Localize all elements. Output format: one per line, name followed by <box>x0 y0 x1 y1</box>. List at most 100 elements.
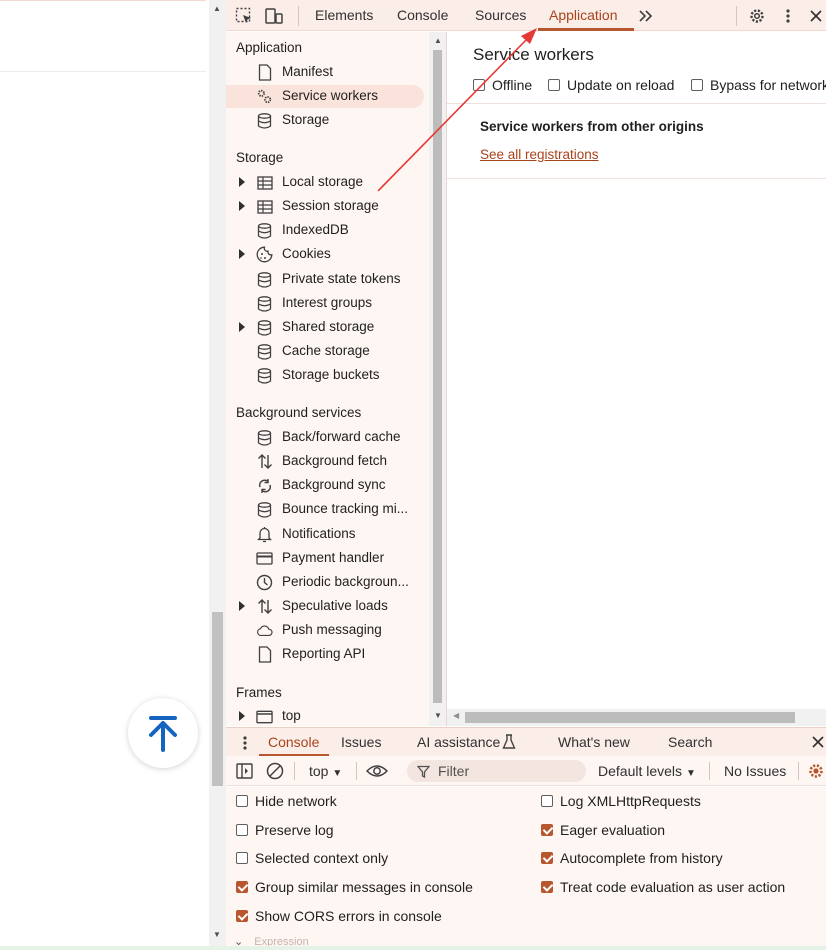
sidebar-item-speculative-loads[interactable]: Speculative loads <box>226 595 424 618</box>
sidebar-item-bounce-tracking-mi[interactable]: Bounce tracking mi... <box>226 498 424 521</box>
sidebar-item-reporting-api[interactable]: Reporting API <box>226 643 424 666</box>
offline-checkbox[interactable]: Offline <box>473 77 532 93</box>
tab-application[interactable]: Application <box>549 7 618 23</box>
see-all-registrations-link[interactable]: See all registrations <box>480 147 599 162</box>
checkbox-box[interactable] <box>236 910 248 922</box>
sidebar-item-notifications[interactable]: Notifications <box>226 523 424 546</box>
drawer-tab-console[interactable]: Console <box>268 734 319 750</box>
sidebar-item-manifest[interactable]: Manifest <box>226 61 424 84</box>
offline-label: Offline <box>492 77 533 93</box>
sidebar-item-interest-groups[interactable]: Interest groups <box>226 292 424 315</box>
checkbox-box[interactable] <box>691 79 703 91</box>
checkbox-box[interactable] <box>236 824 248 836</box>
sidebar-item-back-forward-cache[interactable]: Back/forward cache <box>226 426 424 449</box>
expand-caret-icon[interactable] <box>239 201 245 211</box>
update-on-reload-checkbox[interactable]: Update on reload <box>548 77 674 93</box>
checkbox-box[interactable] <box>548 79 560 91</box>
horizontal-scrollbar-thumb[interactable] <box>465 712 795 723</box>
checkbox-box[interactable] <box>236 881 248 893</box>
console-filter-input[interactable]: Filter <box>407 760 586 782</box>
sidebar-item-shared-storage[interactable]: Shared storage <box>226 316 424 339</box>
setting-show-cors-errors-in-console[interactable]: Show CORS errors in console <box>236 908 442 924</box>
inspect-element-icon[interactable] <box>234 6 254 26</box>
database-icon <box>256 343 273 360</box>
scroll-down-arrow-icon[interactable]: ▼ <box>434 711 442 720</box>
checkbox-box[interactable] <box>541 852 553 864</box>
close-drawer-icon[interactable] <box>811 735 825 752</box>
tab-console[interactable]: Console <box>397 7 448 23</box>
clear-console-icon[interactable] <box>266 762 284 783</box>
sidebar-item-background-fetch[interactable]: Background fetch <box>226 450 424 473</box>
setting-group-similar-messages-in-console[interactable]: Group similar messages in console <box>236 879 473 895</box>
drawer-menu-icon[interactable] <box>242 735 248 754</box>
bypass-for-network-checkbox[interactable]: Bypass for network <box>691 77 826 93</box>
setting-selected-context-only[interactable]: Selected context only <box>236 850 388 866</box>
sidebar-item-label: IndexedDB <box>282 222 349 237</box>
sidebar-item-indexeddb[interactable]: IndexedDB <box>226 219 424 242</box>
expand-caret-icon[interactable] <box>239 322 245 332</box>
scroll-up-arrow-icon[interactable]: ▲ <box>434 36 442 45</box>
database-icon <box>256 319 273 336</box>
checkbox-box[interactable] <box>541 881 553 893</box>
scroll-down-arrow-icon[interactable]: ▼ <box>213 930 221 939</box>
checkbox-box[interactable] <box>236 795 248 807</box>
drawer-tab-ai-assistance[interactable]: AI assistance <box>417 734 500 750</box>
issues-counter[interactable]: No Issues <box>724 763 786 779</box>
database-icon <box>256 367 273 384</box>
sidebar-item-service-workers[interactable]: Service workers <box>226 85 424 108</box>
sidebar-item-storage[interactable]: Storage <box>226 109 424 132</box>
drawer-tab-whats-new[interactable]: What's new <box>558 734 630 750</box>
device-toolbar-icon[interactable] <box>264 6 284 26</box>
gear-icon[interactable] <box>747 6 767 26</box>
setting-hide-network[interactable]: Hide network <box>236 793 337 809</box>
setting-treat-code-evaluation-as-user-action[interactable]: Treat code evaluation as user action <box>541 879 785 895</box>
checkbox-box[interactable] <box>541 795 553 807</box>
sidebar-item-periodic-backgroun[interactable]: Periodic backgroun... <box>226 571 424 594</box>
sidebar-item-private-state-tokens[interactable]: Private state tokens <box>226 268 424 291</box>
page-scrollbar-thumb[interactable] <box>212 612 223 786</box>
console-settings-gear-icon[interactable] <box>807 762 825 783</box>
scroll-up-arrow-icon[interactable]: ▲ <box>213 4 221 13</box>
sidebar-item-payment-handler[interactable]: Payment handler <box>226 547 424 570</box>
sidebar-item-push-messaging[interactable]: Push messaging <box>226 619 424 642</box>
main-horizontal-scrollbar[interactable]: ◀ <box>447 709 826 726</box>
sidebar-item-session-storage[interactable]: Session storage <box>226 195 424 218</box>
gears-icon <box>256 88 273 105</box>
show-sidebar-icon[interactable] <box>236 763 253 782</box>
drawer-tab-issues[interactable]: Issues <box>341 734 381 750</box>
checkbox-box[interactable] <box>541 824 553 836</box>
context-selector[interactable]: top ▼ <box>309 763 342 779</box>
checkbox-box[interactable] <box>473 79 485 91</box>
sidebar-item-top[interactable]: top <box>226 705 424 726</box>
more-vertical-icon[interactable] <box>778 6 798 26</box>
chevron-double-right-icon[interactable] <box>636 6 656 26</box>
setting-autocomplete-from-history[interactable]: Autocomplete from history <box>541 850 723 866</box>
scroll-to-top-button[interactable] <box>128 698 198 768</box>
expand-caret-icon[interactable] <box>239 177 245 187</box>
checkbox-box[interactable] <box>236 852 248 864</box>
sidebar-item-storage-buckets[interactable]: Storage buckets <box>226 364 424 387</box>
scroll-left-arrow-icon[interactable]: ◀ <box>453 711 459 720</box>
drawer-tab-search[interactable]: Search <box>668 734 712 750</box>
close-devtools-icon[interactable] <box>806 6 826 26</box>
expand-caret-icon[interactable] <box>239 601 245 611</box>
tab-sources[interactable]: Sources <box>475 7 526 23</box>
page-scrollbar[interactable]: ▲ ▼ <box>209 0 226 946</box>
log-levels-dropdown[interactable]: Default levels ▼ <box>598 763 696 779</box>
expand-caret-icon[interactable] <box>239 249 245 259</box>
other-origins-heading: Service workers from other origins <box>480 119 704 134</box>
sidebar-item-cache-storage[interactable]: Cache storage <box>226 340 424 363</box>
sidebar-scrollbar[interactable]: ▲ ▼ <box>429 32 446 726</box>
setting-log-xmlhttprequests[interactable]: Log XMLHttpRequests <box>541 793 701 809</box>
setting-preserve-log[interactable]: Preserve log <box>236 822 334 838</box>
sidebar-item-background-sync[interactable]: Background sync <box>226 474 424 497</box>
dropdown-caret-icon: ▼ <box>332 768 343 779</box>
setting-label: Autocomplete from history <box>560 850 723 866</box>
setting-eager-evaluation[interactable]: Eager evaluation <box>541 822 665 838</box>
sidebar-item-local-storage[interactable]: Local storage <box>226 171 424 194</box>
expand-caret-icon[interactable] <box>239 711 245 721</box>
tab-elements[interactable]: Elements <box>315 7 373 23</box>
sidebar-item-cookies[interactable]: Cookies <box>226 243 424 266</box>
sidebar-scrollbar-thumb[interactable] <box>433 50 442 703</box>
eye-icon[interactable] <box>365 763 389 782</box>
